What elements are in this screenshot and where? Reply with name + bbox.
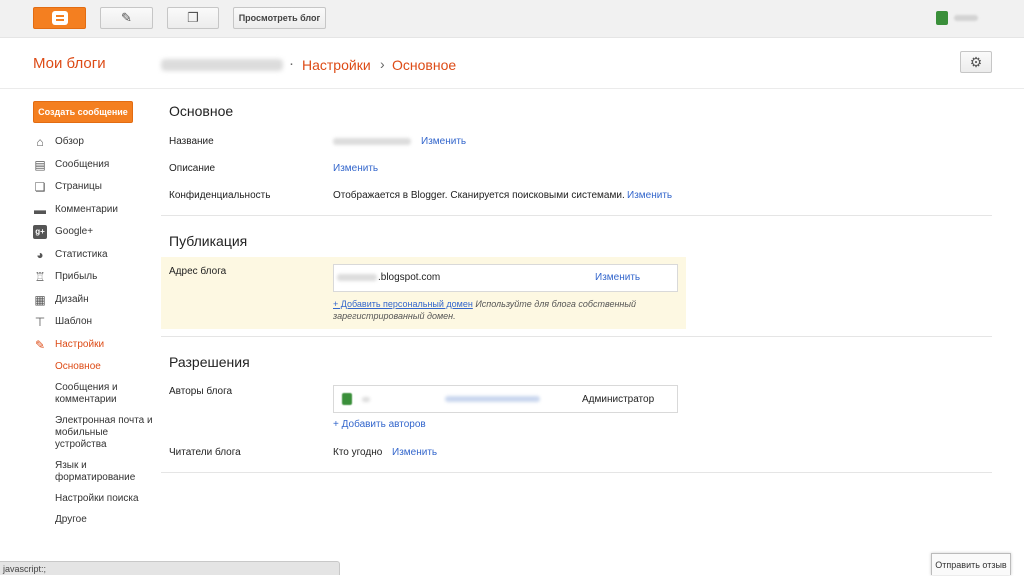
google-plus-icon: g+ bbox=[33, 225, 47, 239]
sidebar-item-label: Страницы bbox=[55, 181, 102, 192]
sidebar-item-label: Сообщения bbox=[55, 159, 110, 170]
posts-list-icon: ❐ bbox=[187, 10, 199, 25]
privacy-value: Отображается в Blogger. Сканируется поис… bbox=[333, 190, 625, 201]
home-icon: ⌂ bbox=[36, 135, 44, 149]
blog-title-redacted bbox=[333, 138, 411, 145]
subitem-email-mobile[interactable]: Электронная почта и мобильные устройства bbox=[55, 415, 155, 451]
name-label: Название bbox=[169, 136, 214, 147]
top-bar: ✎ ❐ Просмотреть блог bbox=[0, 0, 1024, 38]
address-change-link[interactable]: Изменить bbox=[595, 272, 640, 283]
blogger-home-button[interactable] bbox=[33, 7, 86, 29]
author-avatar bbox=[342, 393, 352, 405]
sidebar-item-label: Настройки bbox=[55, 339, 105, 350]
my-blogs-link[interactable]: Мои блоги bbox=[33, 55, 106, 72]
subdomain-redacted bbox=[337, 274, 377, 281]
subitem-basic[interactable]: Основное bbox=[55, 361, 101, 373]
wrench-icon: ✎ bbox=[34, 338, 46, 352]
divider bbox=[161, 336, 992, 337]
blogger-logo-icon bbox=[52, 11, 68, 25]
sidebar-item-label: Обзор bbox=[55, 136, 84, 147]
user-name-redacted[interactable] bbox=[954, 15, 978, 21]
sidebar-item-label: Статистика bbox=[55, 249, 108, 260]
browser-status-bar: javascript:; bbox=[0, 561, 340, 575]
divider bbox=[0, 88, 1024, 89]
pencil-icon: ✎ bbox=[121, 10, 132, 25]
breadcrumb-settings[interactable]: Настройки bbox=[302, 57, 371, 73]
description-label: Описание bbox=[169, 163, 216, 174]
privacy-change-link[interactable]: Изменить bbox=[627, 190, 672, 201]
subitem-other[interactable]: Другое bbox=[55, 514, 87, 526]
divider bbox=[161, 215, 992, 216]
sidebar-item-label: Прибыль bbox=[55, 271, 98, 282]
divider bbox=[161, 472, 992, 473]
gear-button[interactable]: ⚙ bbox=[960, 51, 992, 73]
subitem-language[interactable]: Язык и форматирование bbox=[55, 460, 155, 484]
readers-label: Читатели блога bbox=[169, 447, 241, 458]
subitem-posts-comments[interactable]: Сообщения и комментарии bbox=[55, 382, 155, 406]
trophy-icon: ♖ bbox=[34, 270, 46, 284]
privacy-label: Конфиденциальность bbox=[169, 190, 271, 201]
sidebar-item-label: Комментарии bbox=[55, 204, 118, 215]
breadcrumb-separator: › bbox=[380, 56, 385, 72]
comment-icon: ▬ bbox=[34, 203, 46, 217]
readers-change-link[interactable]: Изменить bbox=[392, 447, 437, 458]
section-title-publishing: Публикация bbox=[169, 233, 248, 249]
address-label: Адрес блога bbox=[169, 266, 227, 277]
add-authors-link[interactable]: + Добавить авторов bbox=[333, 419, 426, 430]
create-post-button[interactable]: Создать сообщение bbox=[33, 101, 133, 123]
author-email-redacted[interactable] bbox=[445, 396, 540, 402]
name-change-link[interactable]: Изменить bbox=[421, 136, 466, 147]
user-avatar[interactable] bbox=[936, 11, 948, 25]
author-role: Администратор bbox=[582, 394, 655, 405]
layout-icon: ▦ bbox=[34, 293, 46, 307]
authors-label: Авторы блога bbox=[169, 386, 233, 397]
page-title: Основное bbox=[392, 57, 457, 73]
section-title-basic: Основное bbox=[169, 103, 234, 119]
sidebar-item-label: Шаблон bbox=[55, 316, 93, 327]
posts-list-button[interactable]: ❐ bbox=[167, 7, 219, 29]
description-change-link[interactable]: Изменить bbox=[333, 163, 378, 174]
sidebar-item-label: Google+ bbox=[55, 226, 94, 237]
paint-roller-icon: ⊤ bbox=[34, 315, 46, 329]
gear-icon: ⚙ bbox=[969, 54, 983, 70]
address-value: .blogspot.com bbox=[378, 272, 441, 283]
add-custom-domain-link[interactable]: + Добавить персональный домен bbox=[333, 299, 473, 309]
subitem-search-prefs[interactable]: Настройки поиска bbox=[55, 493, 139, 505]
pie-chart-icon: ◕ bbox=[36, 248, 44, 262]
sidebar-item-label: Дизайн bbox=[55, 294, 89, 305]
new-post-button[interactable]: ✎ bbox=[100, 7, 153, 29]
pages-icon: ❏ bbox=[34, 180, 46, 194]
blog-name-redacted[interactable] bbox=[161, 59, 283, 71]
custom-domain-note: + Добавить персональный домен Используйт… bbox=[333, 298, 663, 322]
section-title-permissions: Разрешения bbox=[169, 354, 250, 370]
breadcrumb-dot: · bbox=[289, 55, 294, 72]
view-blog-button[interactable]: Просмотреть блог bbox=[233, 7, 326, 29]
posts-icon: ▤ bbox=[34, 158, 46, 172]
send-feedback-button[interactable]: Отправить отзыв bbox=[931, 553, 1011, 575]
readers-value: Кто угодно bbox=[333, 447, 383, 458]
author-name-redacted bbox=[362, 397, 370, 402]
